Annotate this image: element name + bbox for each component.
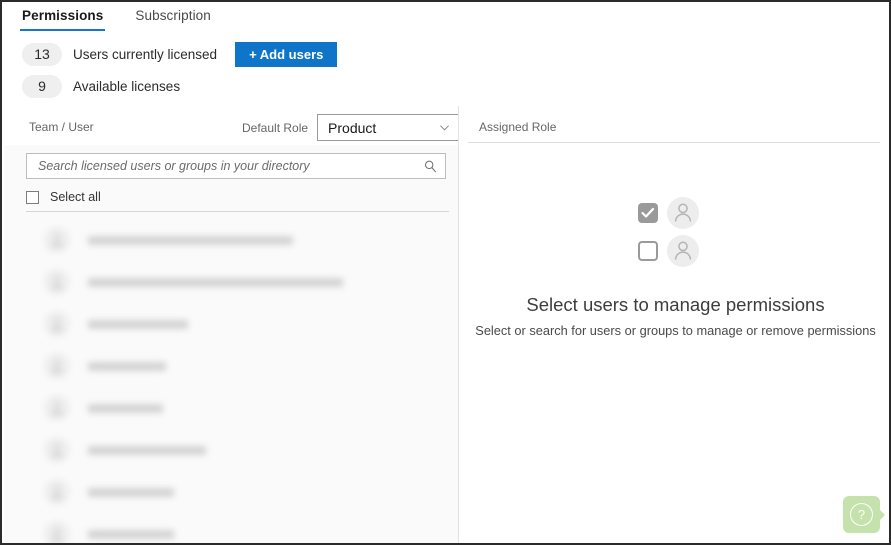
avatar [44, 521, 70, 543]
list-header-divider [26, 211, 449, 212]
user-name [88, 361, 166, 371]
avatar [44, 227, 70, 253]
permissions-window: Permissions Subscription 13 Users curren… [0, 0, 891, 545]
illustration-row-checked [637, 196, 714, 230]
unchecked-checkbox-icon [637, 241, 658, 261]
licensed-count-badge: 13 [22, 42, 62, 66]
question-mark-icon: ? [850, 503, 873, 526]
search-input[interactable] [38, 159, 424, 173]
add-users-button[interactable]: + Add users [235, 41, 338, 67]
user-list-item[interactable] [4, 513, 458, 543]
panel-vertical-divider [458, 106, 459, 543]
available-count-badge: 9 [22, 74, 62, 98]
licensed-users-label: Users currently licensed [73, 46, 218, 62]
avatar [44, 311, 70, 337]
user-name [88, 445, 206, 455]
available-licenses-row: 9 Available licenses [22, 74, 452, 98]
user-list-item[interactable] [4, 387, 458, 429]
user-list-item[interactable] [4, 429, 458, 471]
user-name [88, 529, 174, 539]
avatar [44, 479, 70, 505]
user-list-item[interactable] [4, 471, 458, 513]
avatar [44, 437, 70, 463]
default-role-label: Default Role [242, 120, 309, 135]
avatar [44, 395, 70, 421]
user-name [88, 235, 293, 245]
assigned-role-column-header: Assigned Role [479, 120, 557, 134]
search-box[interactable] [26, 153, 446, 179]
user-name [88, 487, 174, 497]
tab-bar: Permissions Subscription [2, 2, 889, 34]
person-icon-2 [666, 235, 699, 267]
empty-state-title: Select users to manage permissions [526, 294, 825, 315]
chevron-down-icon [440, 125, 449, 131]
empty-state-subtitle: Select or search for users or groups to … [475, 323, 876, 338]
person-icon [666, 197, 699, 229]
assigned-role-divider [468, 142, 880, 143]
tab-subscription[interactable]: Subscription [133, 2, 213, 31]
default-role-control: Default Role Product [242, 114, 460, 141]
avatar [44, 353, 70, 379]
check-icon [640, 207, 654, 218]
user-list-item[interactable] [4, 219, 458, 261]
help-button[interactable]: ? [843, 496, 885, 533]
user-list[interactable] [4, 219, 458, 543]
user-list-item[interactable] [4, 261, 458, 303]
person-glyph-icon [674, 203, 691, 222]
team-user-column-header: Team / User [29, 120, 94, 134]
user-list-panel: Select all [4, 145, 458, 543]
empty-state: Select users to manage permissions Selec… [460, 152, 889, 338]
checked-checkbox-icon [637, 203, 658, 223]
user-list-item[interactable] [4, 303, 458, 345]
avatar [44, 269, 70, 295]
search-icon[interactable] [424, 160, 437, 173]
person-glyph-icon-2 [674, 241, 691, 260]
empty-state-illustration [637, 196, 714, 268]
user-list-item[interactable] [4, 345, 458, 387]
tab-subscription-label: Subscription [135, 8, 211, 23]
default-role-value: Product [328, 119, 377, 136]
tab-permissions-label: Permissions [22, 8, 104, 23]
user-name [88, 277, 343, 287]
license-summary: 13 Users currently licensed + Add users … [22, 41, 452, 106]
illustration-row-unchecked [637, 234, 714, 268]
user-name [88, 403, 163, 413]
licensed-users-row: 13 Users currently licensed + Add users [22, 41, 452, 67]
user-name [88, 319, 188, 329]
default-role-select[interactable]: Product [317, 114, 460, 141]
available-licenses-label: Available licenses [73, 78, 181, 94]
select-all-label: Select all [50, 190, 101, 204]
tab-permissions[interactable]: Permissions [20, 2, 106, 31]
select-all-checkbox[interactable] [26, 190, 39, 204]
select-all-row[interactable]: Select all [26, 190, 101, 204]
